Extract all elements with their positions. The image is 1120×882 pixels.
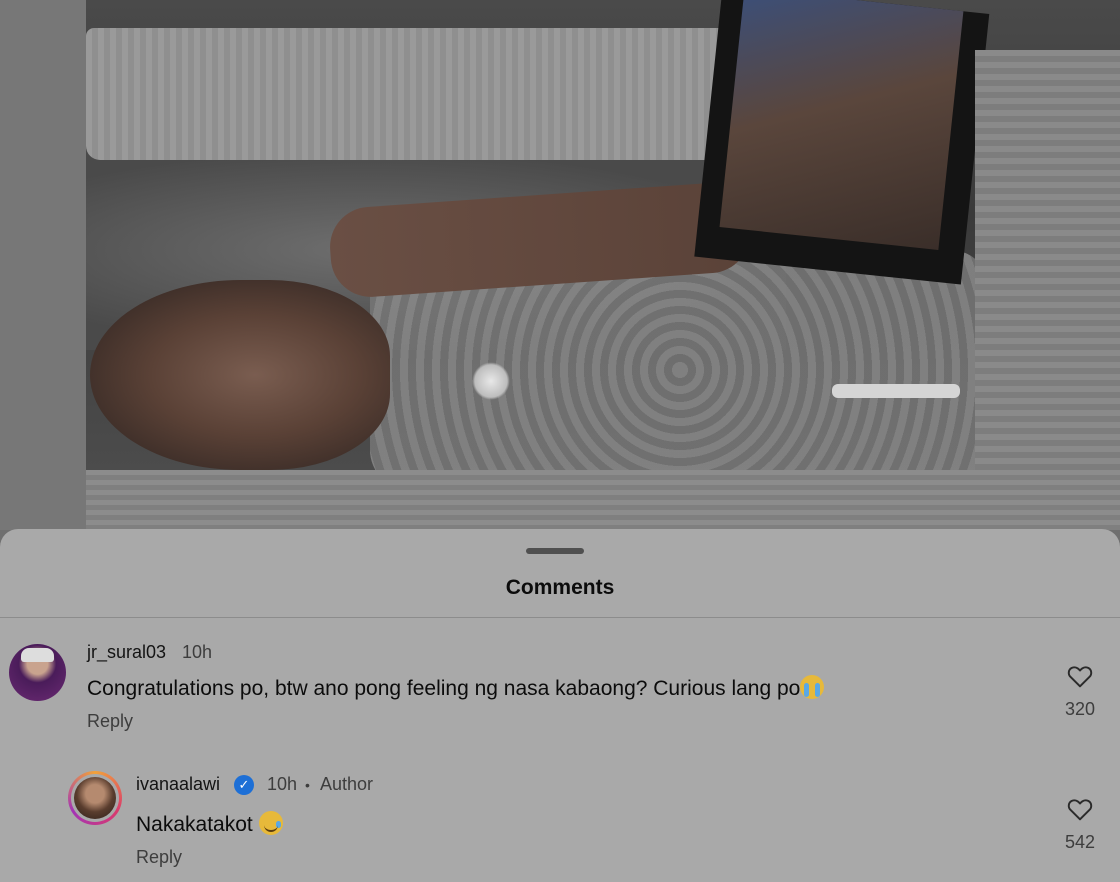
like-heart-icon[interactable] [1067,797,1093,821]
photo-left-margin [0,0,86,530]
crying-face-emoji-icon [800,675,825,699]
image-casket-edge [86,470,1120,530]
comment-text: Congratulations po, btw ano pong feeling… [87,675,825,701]
divider [0,617,1120,618]
image-light-glare [472,362,510,400]
sheet-title: Comments [505,576,615,599]
smiling-face-with-tear-emoji-icon [258,811,283,835]
avatar[interactable] [9,644,66,701]
comment-text-body: Congratulations po, btw ano pong feeling… [87,677,801,700]
avatar-story-ring[interactable] [68,771,122,825]
comment-time: 10h [182,642,213,662]
drag-handle[interactable] [526,548,584,554]
like-count: 320 [1064,699,1096,719]
reply-button[interactable]: Reply [136,847,182,868]
like-heart-icon[interactable] [1067,664,1093,688]
image-face [90,280,390,470]
image-casket-side [975,50,1120,530]
reply-button[interactable]: Reply [87,711,133,732]
reply-username[interactable]: ivanaalawi [136,774,220,795]
comment-username[interactable]: jr_sural03 [87,642,166,663]
image-portrait-frame [694,0,990,285]
verified-badge-icon: ✓ [234,775,254,795]
image-ruffle-trim [86,28,746,160]
reply-text: Nakakatakot [136,811,283,837]
reply-text-body: Nakakatakot [136,813,253,836]
separator-dot: • [305,777,310,793]
post-photo [0,0,1120,530]
image-light-reflection [832,384,960,398]
avatar[interactable] [71,774,119,822]
like-count: 542 [1064,832,1096,852]
reply-time: 10h [267,774,298,794]
author-tag: Author [320,774,374,794]
